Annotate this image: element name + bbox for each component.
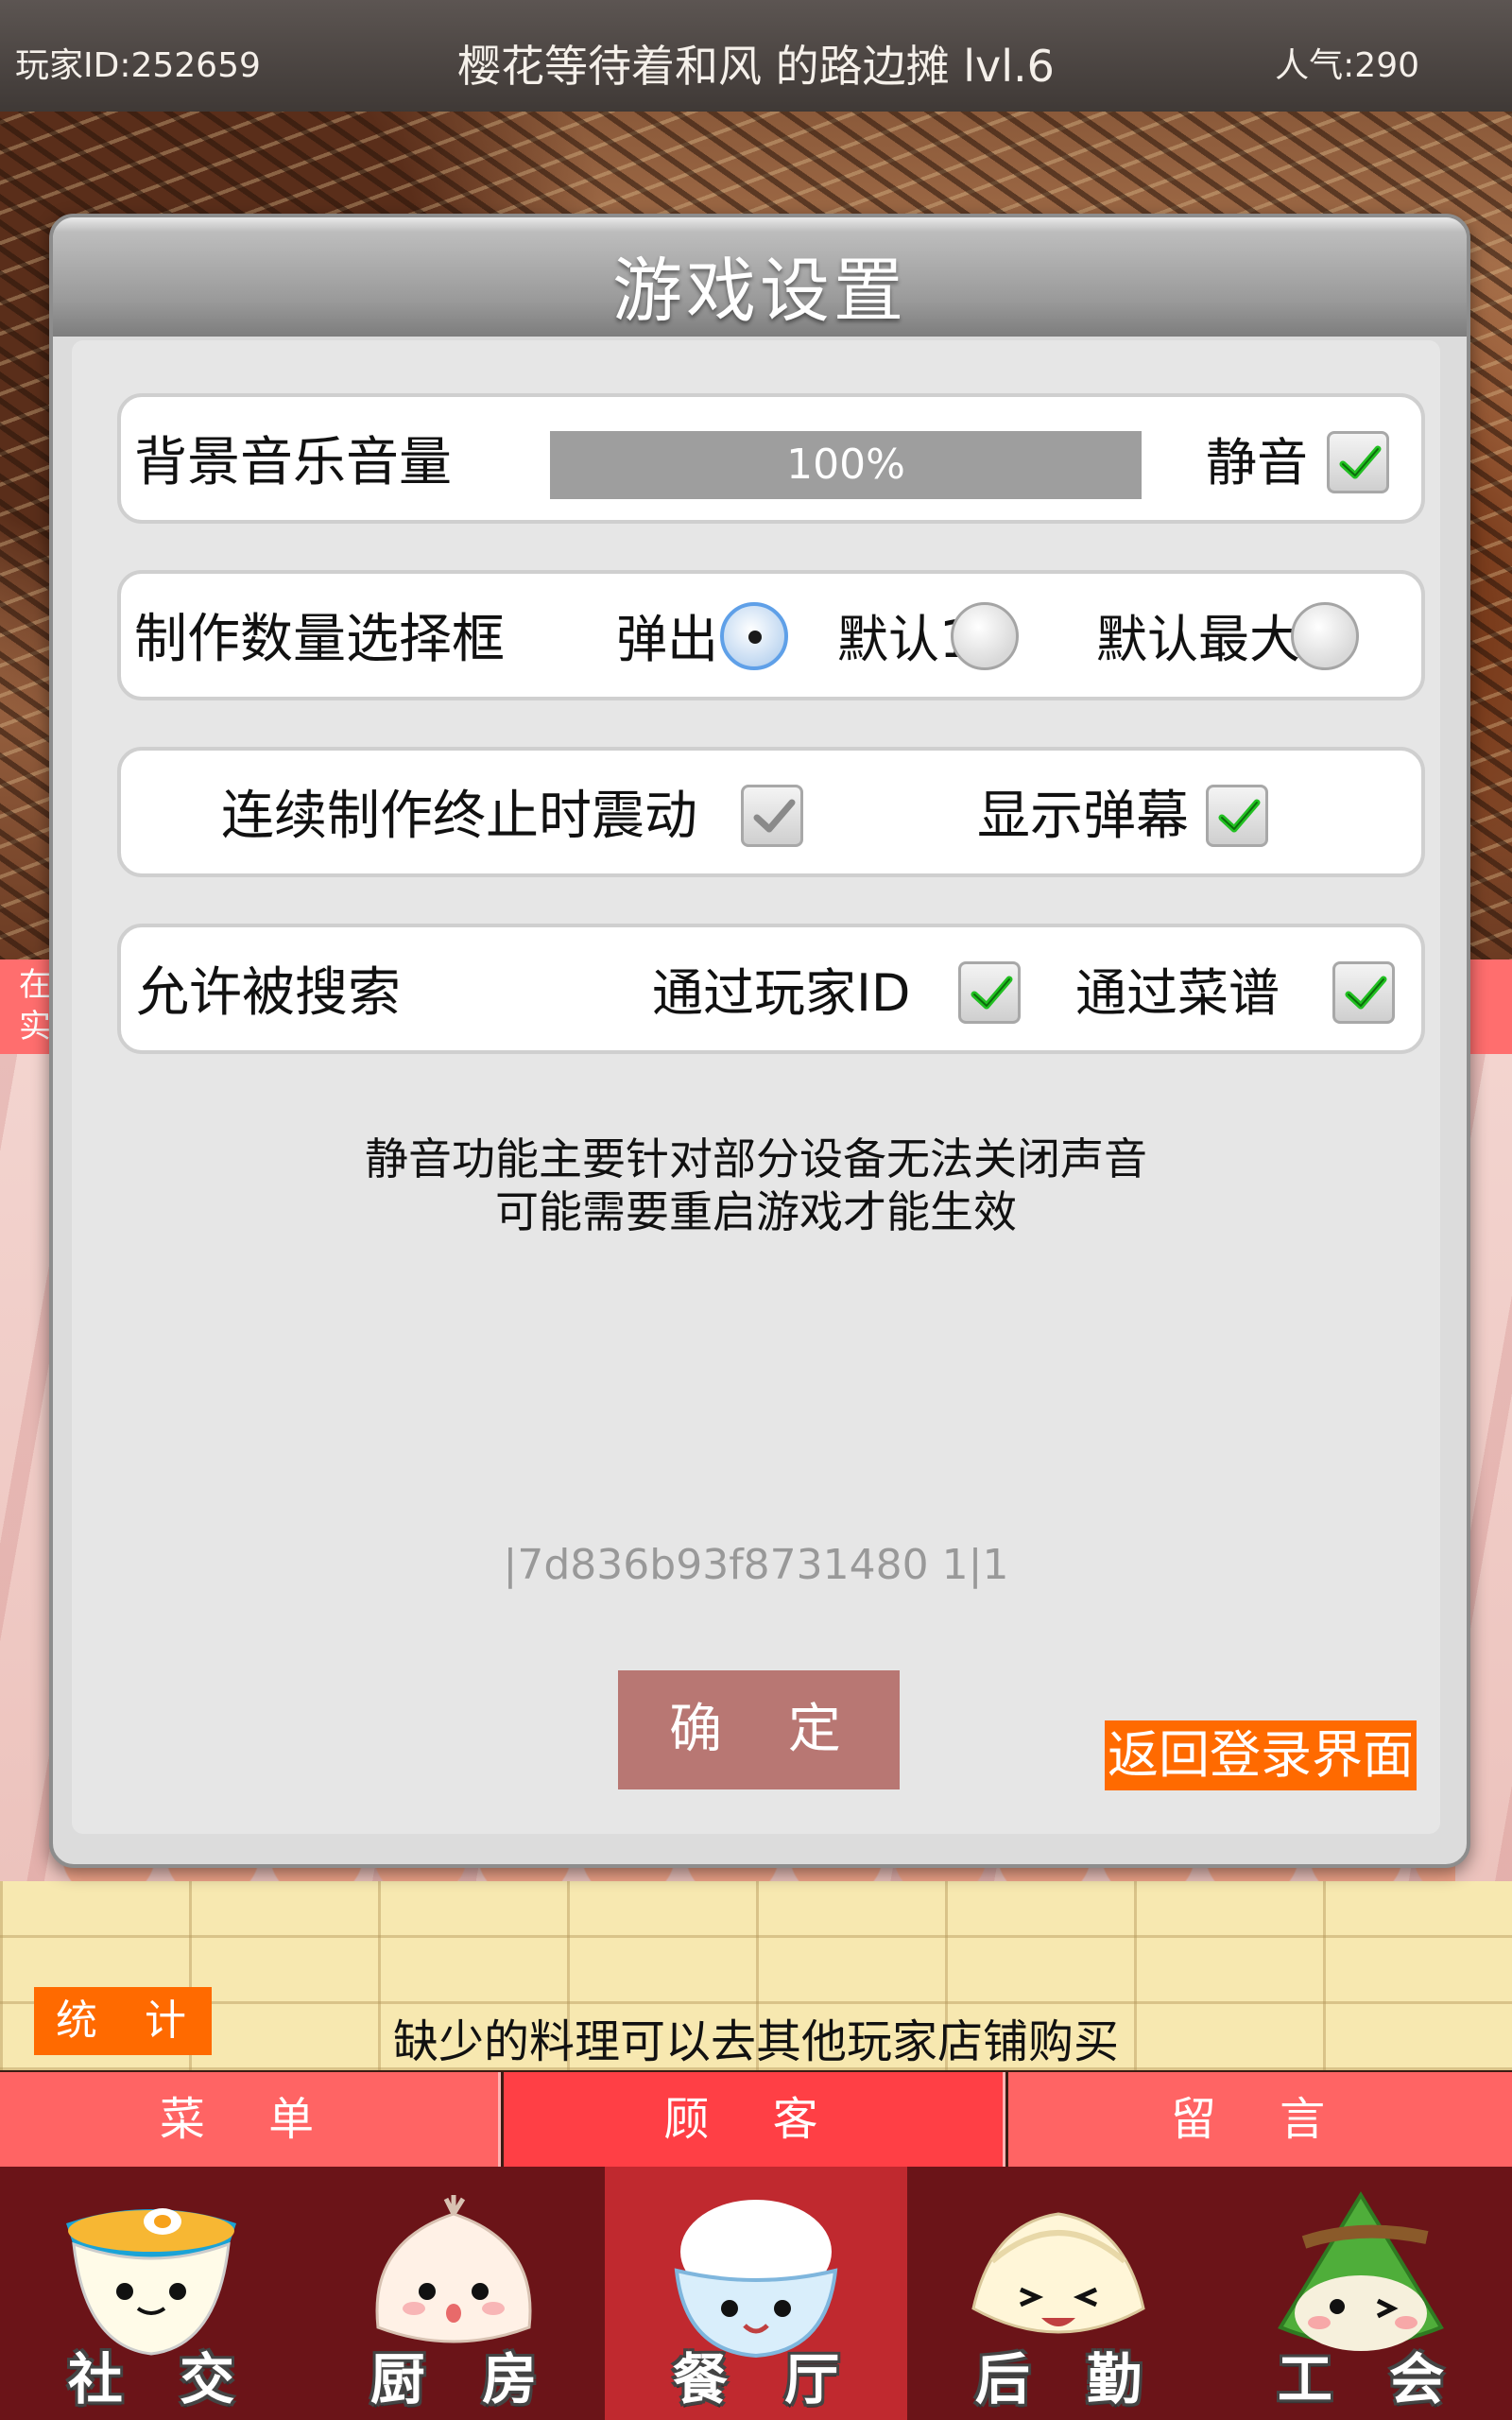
music-volume-slider[interactable]: 100% <box>550 431 1142 499</box>
music-volume-row: 背景音乐音量 100% 静音 <box>117 393 1425 524</box>
tab-menu[interactable]: 菜 单 <box>0 2072 501 2167</box>
tab-messages[interactable]: 留 言 <box>1008 2072 1512 2167</box>
mute-info-line-2: 可能需要重启游戏才能生效 <box>495 1186 1017 1237</box>
search-by-id-checkbox[interactable] <box>958 961 1021 1024</box>
nav-social[interactable]: 社 交 <box>0 2167 302 2420</box>
vibration-checkbox[interactable] <box>741 785 803 847</box>
search-by-recipe-label: 通过菜谱 <box>1075 963 1280 1023</box>
nav-social-label: 社 交 <box>67 2347 254 2411</box>
nav-restaurant-label: 餐 厅 <box>672 2347 859 2411</box>
dialog-title: 游戏设置 <box>612 251 907 332</box>
nav-restaurant[interactable]: 餐 厅 <box>605 2167 907 2420</box>
check-icon <box>753 799 796 833</box>
mute-info-line-1: 静音功能主要针对部分设备无法关闭声音 <box>365 1133 1147 1184</box>
mute-checkbox[interactable] <box>1327 431 1389 493</box>
nav-kitchen-label: 厨 房 <box>369 2347 557 2411</box>
mute-label: 静音 <box>1206 433 1308 493</box>
back-to-login-button[interactable]: 返回登录界面 <box>1105 1720 1417 1790</box>
check-icon <box>1339 445 1382 479</box>
danmaku-label: 显示弹幕 <box>977 786 1189 847</box>
nav-guild[interactable]: 工 会 <box>1210 2167 1512 2420</box>
search-by-id-label: 通过玩家ID <box>652 963 911 1023</box>
tab-customers[interactable]: 顾 客 <box>504 2072 1005 2167</box>
nav-kitchen[interactable]: 厨 房 <box>302 2167 605 2420</box>
dialog-body: 背景音乐音量 100% 静音 制作数量选择框 弹出 默认1 默认最大 连续制作终… <box>72 340 1440 1834</box>
quantity-option-max-label: 默认最大 <box>1096 610 1300 669</box>
quantity-selector-row: 制作数量选择框 弹出 默认1 默认最大 <box>117 570 1425 700</box>
version-text: |7d836b93f8731480 1|1 <box>503 1541 1009 1589</box>
nav-logistics-label: 后 勤 <box>974 2347 1161 2411</box>
music-volume-value: 100% <box>786 441 905 489</box>
top-bar: 玩家ID:252659 樱花等待着和风 的路边摊 lvl.6 人气:290 <box>0 0 1512 112</box>
allow-search-row: 允许被搜索 通过玩家ID 通过菜谱 <box>117 924 1425 1054</box>
settings-dialog: 游戏设置 背景音乐音量 100% 静音 制作数量选择框 弹出 默认1 默认最大 … <box>49 214 1470 1868</box>
popularity: 人气:290 <box>1275 46 1419 85</box>
nav-guild-label: 工 会 <box>1277 2347 1464 2411</box>
quantity-option-popup-radio[interactable] <box>720 602 788 670</box>
hint-text: 缺少的料理可以去其他玩家店铺购买 <box>392 2015 1119 2068</box>
check-icon <box>971 976 1013 1010</box>
background-side-text: 在实 <box>19 966 51 1046</box>
check-icon <box>1218 799 1261 833</box>
quantity-option-max-radio[interactable] <box>1291 602 1359 670</box>
allow-search-label: 允许被搜索 <box>136 962 401 1024</box>
vibration-label: 连续制作终止时震动 <box>221 786 697 847</box>
vibration-row: 连续制作终止时震动 显示弹幕 <box>117 747 1425 877</box>
quantity-option-one-radio[interactable] <box>951 602 1019 670</box>
confirm-button[interactable]: 确 定 <box>618 1670 900 1789</box>
check-icon <box>1345 976 1387 1010</box>
dialog-header: 游戏设置 <box>53 217 1467 337</box>
sub-tabs: 菜 单 顾 客 留 言 <box>0 2072 1512 2167</box>
quantity-selector-label: 制作数量选择框 <box>134 609 505 670</box>
music-volume-label: 背景音乐音量 <box>134 432 452 493</box>
nav-logistics[interactable]: 后 勤 <box>907 2167 1210 2420</box>
quantity-option-popup-label: 弹出 <box>616 610 718 669</box>
danmaku-checkbox[interactable] <box>1206 785 1268 847</box>
search-by-recipe-checkbox[interactable] <box>1332 961 1395 1024</box>
bottom-nav: 社 交 厨 房 餐 厅 后 勤 工 会 <box>0 2167 1512 2420</box>
